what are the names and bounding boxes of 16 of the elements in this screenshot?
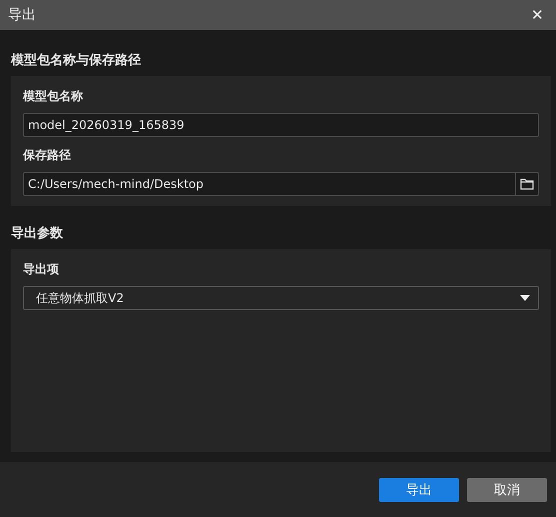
window-title: 导出 <box>8 6 36 24</box>
caret-icon <box>520 295 530 301</box>
field-label: 保存路径 <box>23 147 72 164</box>
cancel-button[interactable]: 取消 <box>467 478 547 502</box>
path-field[interactable]: C:/Users/mech-mind/Desktop <box>23 172 515 196</box>
browse-button[interactable] <box>515 172 539 196</box>
section-title: 导出参数 <box>11 225 64 242</box>
field-label: 导出项 <box>23 261 60 278</box>
close-button[interactable]: ✕ <box>531 6 544 24</box>
export-dropdown[interactable]: 任意物体抓取V2 <box>23 286 539 310</box>
dropdown-value: 任意物体抓取V2 <box>36 290 124 306</box>
field-label: 模型包名称 <box>23 88 84 105</box>
section-title: 模型包名称与保存路径 <box>11 52 142 69</box>
export-button[interactable]: 导出 <box>379 478 459 502</box>
folder-icon <box>520 178 534 190</box>
name-field[interactable]: model_20260319_165839 <box>23 113 539 137</box>
